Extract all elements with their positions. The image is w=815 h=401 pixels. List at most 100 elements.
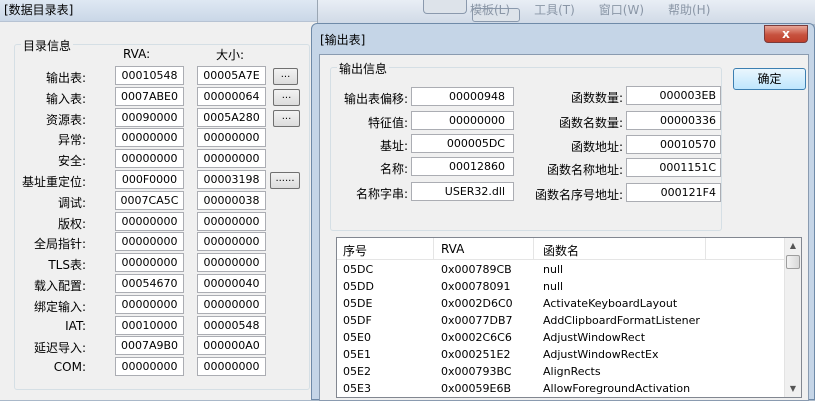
rva-field[interactable]: 00000000 [115,357,184,377]
rva-field[interactable]: 00000000 [115,128,184,148]
rva-field[interactable]: 00054670 [115,274,184,293]
ordinal-cell: 05DF [343,314,372,327]
directory-row: 资源表: 00090000 0005A280... [0,107,318,129]
size-field[interactable]: 00000548 [197,315,266,335]
directory-row: 输出表: 00010548 00005A7E... [0,66,318,87]
directory-row: 延迟导入: 0007A9B0 000000A0 [0,336,318,357]
directory-row: 输入表: 0007ABE0 00000064... [0,86,318,108]
list-header: 序号 RVA 函数名 [337,238,785,260]
rva-field[interactable]: 00000000 [115,253,184,273]
export-info-field[interactable]: 0001151C [626,158,721,177]
window-title: [输出表] [320,33,366,47]
window-title: [数据目录表] [0,0,317,22]
rva-cell: 0x00078091 [441,280,511,293]
rva-field[interactable]: 00010000 [115,315,184,335]
scroll-thumb[interactable] [786,255,800,269]
ordinal-cell: 05DE [343,297,373,310]
directory-label: IAT: [65,318,86,333]
list-item[interactable]: 05DD 0x00078091 null [337,278,785,295]
size-field[interactable]: 00000000 [197,253,266,273]
export-info-field[interactable]: 00010570 [626,135,721,154]
rva-field[interactable]: 00010548 [115,66,184,85]
list-item[interactable]: 05DF 0x00077DB7 AddClipboardFormatListener [337,312,785,329]
list-item[interactable]: 05DC 0x000789CB null [337,261,785,278]
directory-label: 载入配置: [33,279,86,293]
directory-row: COM: 00000000 00000000 [0,357,318,378]
list-item[interactable]: 05E1 0x000251E2 AdjustWindowRectEx [337,346,785,363]
details-button[interactable]: ... [273,68,298,85]
rva-cell: 0x000251E2 [441,348,511,361]
list-item[interactable]: 05E0 0x0002C6C6 AdjustWindowRect [337,329,785,346]
details-button[interactable]: ...... [270,172,300,189]
vertical-scrollbar[interactable]: ▲ ▼ [784,238,801,397]
list-item[interactable]: 05E2 0x000793BC AlignRects [337,363,785,380]
scroll-down-icon[interactable]: ▼ [785,381,801,397]
list-item[interactable]: 05DE 0x0002D6C0 ActivateKeyboardLayout [337,295,785,312]
details-button[interactable]: ... [273,88,300,106]
export-info-label: 函数地址: [570,140,623,154]
size-field[interactable]: 00000038 [197,190,266,210]
size-field[interactable]: 00003198 [197,170,266,189]
menu-item-template[interactable]: 模板(L) [470,0,510,20]
details-button[interactable]: ... [273,109,300,127]
export-info-field[interactable]: 000121F4 [626,183,721,202]
size-field[interactable]: 000000A0 [197,336,266,356]
close-icon: x [782,27,790,41]
ordinal-cell: 05E3 [343,382,371,395]
directory-label: 基址重定位: [21,175,86,189]
rva-cell: 0x0002C6C6 [441,331,512,344]
rva-field[interactable]: 0007ABE0 [115,86,184,106]
background-window-button[interactable] [423,0,467,14]
column-header-ordinal[interactable]: 序号 [343,242,367,259]
rva-field[interactable]: 00000000 [115,211,184,231]
directory-label: 安全: [57,154,86,169]
size-field[interactable]: 00000000 [197,294,266,314]
group-title: 目录信息 [21,37,74,54]
size-field[interactable]: 0005A280 [197,107,266,127]
rva-cell: 0x00059E6B [441,382,511,395]
rva-field[interactable]: 0007A9B0 [115,336,184,356]
ordinal-cell: 05E1 [343,348,371,361]
close-button[interactable]: x [764,25,808,43]
export-info-field[interactable]: 00000336 [626,111,721,130]
rva-field[interactable]: 000F0000 [115,170,184,189]
export-info-field[interactable]: USER32.dll [411,182,514,201]
menu-item-window[interactable]: 窗口(W) [599,0,644,20]
size-field[interactable]: 00000000 [197,357,266,377]
export-info-field[interactable]: 000005DC [411,134,514,153]
size-field[interactable]: 00000064 [197,86,266,106]
export-info-label: 函数数量: [570,91,623,105]
size-field[interactable]: 00000000 [197,149,266,169]
size-field[interactable]: 00000000 [197,232,266,252]
ok-button[interactable]: 确定 [733,68,806,90]
export-info-field[interactable]: 000003EB [626,86,721,105]
column-header-function-name[interactable]: 函数名 [543,242,579,259]
rva-field[interactable]: 00000000 [115,294,184,314]
rva-field[interactable]: 00000000 [115,149,184,169]
size-field[interactable]: 00000000 [197,211,266,231]
menu-item-help[interactable]: 帮助(H) [668,0,710,20]
rva-field[interactable]: 0007CA5C [115,190,184,210]
export-info-field[interactable]: 00000000 [411,111,514,130]
directory-label: 输出表: [45,71,86,85]
export-info-field[interactable]: 00000948 [411,87,514,106]
column-header-rva[interactable]: RVA [441,242,464,256]
directory-row: 基址重定位: 000F0000 00003198...... [0,170,318,191]
export-info-field[interactable]: 00012860 [411,157,514,176]
export-info-label: 函数名称地址: [546,163,623,177]
rva-field[interactable]: 00000000 [115,232,184,252]
size-field[interactable]: 00005A7E [197,66,266,85]
rva-field[interactable]: 00090000 [115,107,184,127]
list-item[interactable]: 05E3 0x00059E6B AllowForegroundActivation [337,380,785,397]
size-field[interactable]: 00000000 [197,128,266,148]
group-title: 输出信息 [337,60,390,77]
export-info-label: 函数名数量: [558,116,623,130]
directory-row: 绑定输入: 00000000 00000000 [0,294,318,316]
function-name-cell: AddClipboardFormatListener [543,314,700,327]
menu-item-tools[interactable]: 工具(T) [534,0,575,20]
rva-column-header: RVA: [123,47,151,61]
size-field[interactable]: 00000040 [197,274,266,293]
scroll-up-icon[interactable]: ▲ [785,238,801,254]
export-functions-list[interactable]: 序号 RVA 函数名 05DC 0x000789CB null 05DD 0x00078… [336,237,802,398]
export-info-label: 基址: [379,139,408,153]
